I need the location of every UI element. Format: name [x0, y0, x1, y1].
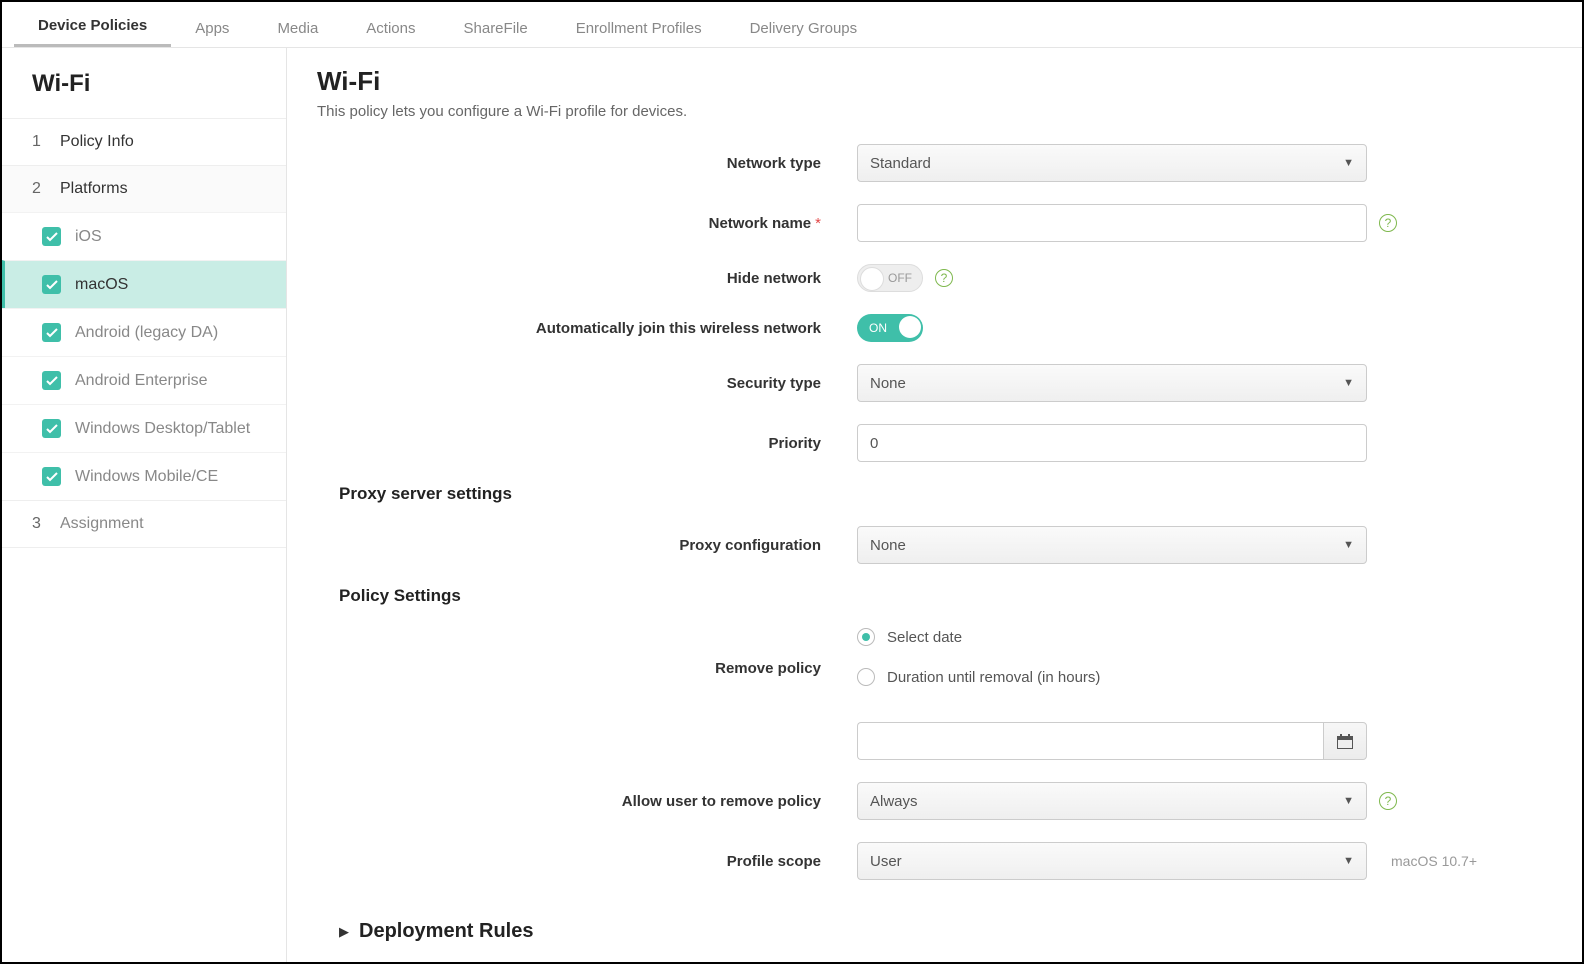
radio-select-date[interactable] [857, 628, 875, 646]
label-network-type: Network type [317, 155, 857, 172]
hint-profile-scope: macOS 10.7+ [1391, 853, 1477, 869]
platform-label: Windows Mobile/CE [75, 468, 218, 486]
deployment-rules-label: Deployment Rules [359, 920, 533, 943]
label-security-type: Security type [317, 375, 857, 392]
step-assignment[interactable]: 3 Assignment [2, 500, 286, 548]
label-network-name: Network name* [317, 215, 857, 232]
step-label: Policy Info [60, 133, 134, 151]
platform-windows-desktop[interactable]: Windows Desktop/Tablet [2, 404, 286, 452]
check-icon[interactable] [42, 467, 61, 486]
select-security-type[interactable]: None ▼ [857, 364, 1367, 402]
label-auto-join: Automatically join this wireless network [317, 320, 857, 337]
radio-label: Select date [887, 629, 962, 646]
platform-macos[interactable]: macOS [2, 260, 286, 308]
check-icon[interactable] [42, 371, 61, 390]
tab-delivery-groups[interactable]: Delivery Groups [726, 8, 882, 47]
step-platforms[interactable]: 2 Platforms [2, 165, 286, 212]
select-proxy-config[interactable]: None ▼ [857, 526, 1367, 564]
help-icon[interactable]: ? [1379, 792, 1397, 810]
platform-label: Windows Desktop/Tablet [75, 420, 250, 438]
page-description: This policy lets you configure a Wi-Fi p… [317, 103, 1542, 120]
platform-android-legacy[interactable]: Android (legacy DA) [2, 308, 286, 356]
input-priority[interactable]: 0 [857, 424, 1367, 462]
toggle-hide-network[interactable]: OFF [857, 264, 923, 292]
select-profile-scope[interactable]: User ▼ [857, 842, 1367, 880]
check-icon[interactable] [42, 323, 61, 342]
input-remove-date[interactable] [857, 722, 1323, 760]
tab-apps[interactable]: Apps [171, 8, 253, 47]
tab-sharefile[interactable]: ShareFile [440, 8, 552, 47]
platform-ios[interactable]: iOS [2, 212, 286, 260]
help-icon[interactable]: ? [1379, 214, 1397, 232]
radio-label: Duration until removal (in hours) [887, 669, 1100, 686]
select-network-type[interactable]: Standard ▼ [857, 144, 1367, 182]
caret-right-icon: ▶ [339, 924, 349, 940]
platform-label: iOS [75, 228, 102, 246]
platform-label: macOS [75, 276, 128, 294]
calendar-icon [1337, 734, 1353, 749]
check-icon[interactable] [42, 419, 61, 438]
tab-device-policies[interactable]: Device Policies [14, 5, 171, 47]
radio-duration[interactable] [857, 668, 875, 686]
toggle-auto-join[interactable]: ON [857, 314, 923, 342]
platform-label: Android Enterprise [75, 372, 208, 390]
step-policy-info[interactable]: 1 Policy Info [2, 118, 286, 165]
label-proxy-config: Proxy configuration [317, 537, 857, 554]
step-label: Platforms [60, 180, 128, 198]
chevron-down-icon: ▼ [1343, 377, 1354, 389]
help-icon[interactable]: ? [935, 269, 953, 287]
label-priority: Priority [317, 435, 857, 452]
top-tab-bar: Device Policies Apps Media Actions Share… [2, 2, 1582, 48]
platform-android-enterprise[interactable]: Android Enterprise [2, 356, 286, 404]
heading-proxy: Proxy server settings [339, 484, 1542, 504]
tab-enrollment-profiles[interactable]: Enrollment Profiles [552, 8, 726, 47]
label-profile-scope: Profile scope [317, 853, 857, 870]
label-allow-remove: Allow user to remove policy [317, 793, 857, 810]
label-remove-policy: Remove policy [317, 660, 857, 677]
date-picker-button[interactable] [1323, 722, 1367, 760]
platform-label: Android (legacy DA) [75, 324, 218, 342]
deployment-rules-toggle[interactable]: ▶ Deployment Rules [339, 920, 1542, 943]
tab-media[interactable]: Media [253, 8, 342, 47]
heading-policy-settings: Policy Settings [339, 586, 1542, 606]
sidebar-title: Wi-Fi [2, 48, 286, 118]
label-hide-network: Hide network [317, 270, 857, 287]
step-label: Assignment [60, 515, 144, 533]
chevron-down-icon: ▼ [1343, 539, 1354, 551]
tab-actions[interactable]: Actions [342, 8, 439, 47]
check-icon[interactable] [42, 275, 61, 294]
platform-windows-mobile[interactable]: Windows Mobile/CE [2, 452, 286, 500]
input-network-name[interactable] [857, 204, 1367, 242]
chevron-down-icon: ▼ [1343, 855, 1354, 867]
select-allow-remove[interactable]: Always ▼ [857, 782, 1367, 820]
wizard-sidebar: Wi-Fi 1 Policy Info 2 Platforms iOS macO… [2, 48, 287, 962]
chevron-down-icon: ▼ [1343, 157, 1354, 169]
main-panel: Wi-Fi This policy lets you configure a W… [287, 48, 1582, 962]
chevron-down-icon: ▼ [1343, 795, 1354, 807]
page-title: Wi-Fi [317, 66, 1542, 97]
check-icon[interactable] [42, 227, 61, 246]
